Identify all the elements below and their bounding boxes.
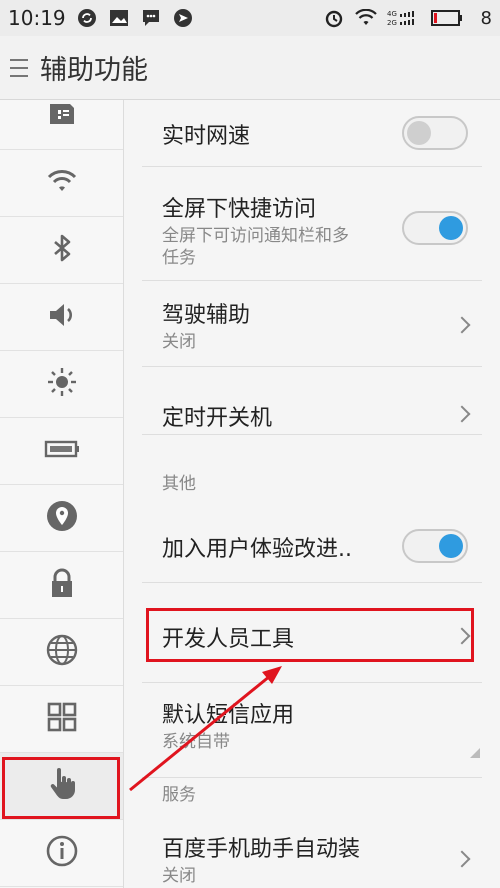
- section-header-service: 服务: [162, 785, 196, 805]
- sidebar-item-location[interactable]: [0, 485, 123, 552]
- signal-icon: 4G 2G: [387, 7, 421, 29]
- sidebar-highlight-box: [2, 757, 120, 819]
- setting-label: 加入用户体验改进..: [162, 537, 352, 562]
- settings-list: 实时网速 全屏下快捷访问 全屏下可访问通知栏和多 任务 驾驶辅助 关闭 定时开关…: [124, 100, 500, 888]
- sidebar-item-display[interactable]: [0, 351, 123, 418]
- brightness-icon: [44, 364, 80, 404]
- sidebar-item-apps[interactable]: [0, 686, 123, 753]
- sim-card-icon: [44, 100, 80, 136]
- location-icon: [44, 498, 80, 538]
- menu-icon[interactable]: [10, 58, 28, 77]
- svg-text:4G: 4G: [387, 10, 397, 18]
- battery-icon: [44, 431, 80, 471]
- setting-fullscreen-access[interactable]: 全屏下快捷访问 全屏下可访问通知栏和多 任务: [142, 167, 482, 281]
- setting-driving-assist[interactable]: 驾驶辅助 关闭: [142, 281, 482, 367]
- setting-label: 实时网速: [162, 124, 251, 149]
- image-icon: [108, 7, 130, 29]
- setting-label: 默认短信应用: [162, 703, 295, 728]
- developer-tools-highlight-box: [146, 608, 474, 662]
- sidebar-item-about[interactable]: [0, 820, 123, 887]
- sidebar-item-security[interactable]: [0, 552, 123, 619]
- setting-realtime-speed[interactable]: 实时网速: [142, 100, 482, 167]
- title-bar: 辅助功能: [0, 36, 500, 100]
- sidebar: [0, 100, 124, 888]
- send-icon: [172, 7, 194, 29]
- setting-description: 关闭: [162, 866, 196, 886]
- fullscreen-access-toggle[interactable]: [402, 211, 468, 245]
- setting-label: 百度手机助手自动装: [162, 837, 361, 862]
- alarm-icon: [323, 7, 345, 29]
- battery-status-icon: [430, 7, 463, 29]
- wifi-status-icon: [354, 7, 377, 29]
- chevron-right-icon: [453, 405, 471, 423]
- sidebar-item-sim[interactable]: [0, 100, 123, 150]
- lock-icon: [44, 565, 80, 605]
- setting-timed-power[interactable]: 定时开关机: [142, 367, 482, 435]
- setting-label: 全屏下快捷访问: [162, 197, 317, 222]
- status-bar: 10:19 4G 2G 8: [0, 0, 500, 36]
- chevron-right-icon: [453, 850, 471, 868]
- sidebar-item-battery[interactable]: [0, 418, 123, 485]
- wifi-icon: [44, 163, 80, 203]
- setting-description: 关闭: [162, 332, 196, 352]
- message-icon: [140, 7, 162, 29]
- info-icon: [44, 833, 80, 873]
- globe-icon: [44, 632, 80, 672]
- page-title: 辅助功能: [40, 55, 148, 86]
- battery-level: 8: [480, 7, 492, 29]
- setting-description: 任务: [162, 248, 196, 268]
- status-time: 10:19: [8, 6, 66, 30]
- realtime-speed-toggle[interactable]: [402, 116, 468, 150]
- setting-ux-program[interactable]: 加入用户体验改进..: [142, 500, 482, 583]
- bluetooth-icon: [44, 230, 80, 270]
- setting-label: 定时开关机: [162, 406, 273, 431]
- sidebar-item-bluetooth[interactable]: [0, 217, 123, 284]
- speaker-icon: [44, 297, 80, 337]
- section-header-other: 其他: [162, 474, 196, 494]
- setting-description: 全屏下可访问通知栏和多: [162, 226, 349, 246]
- sync-icon: [76, 7, 98, 29]
- apps-grid-icon: [44, 699, 80, 739]
- ux-program-toggle[interactable]: [402, 529, 468, 563]
- setting-label: 驾驶辅助: [162, 303, 251, 328]
- sidebar-item-wifi[interactable]: [0, 150, 123, 217]
- setting-default-sms[interactable]: 默认短信应用 系统自带: [142, 683, 482, 778]
- svg-text:2G: 2G: [387, 19, 397, 27]
- chevron-right-icon: [453, 316, 471, 334]
- sidebar-item-sound[interactable]: [0, 284, 123, 351]
- sidebar-item-language[interactable]: [0, 619, 123, 686]
- dropdown-corner-icon: [470, 748, 480, 758]
- setting-baidu-autoinstall[interactable]: 百度手机助手自动装 关闭: [142, 811, 482, 888]
- setting-description: 系统自带: [162, 732, 230, 752]
